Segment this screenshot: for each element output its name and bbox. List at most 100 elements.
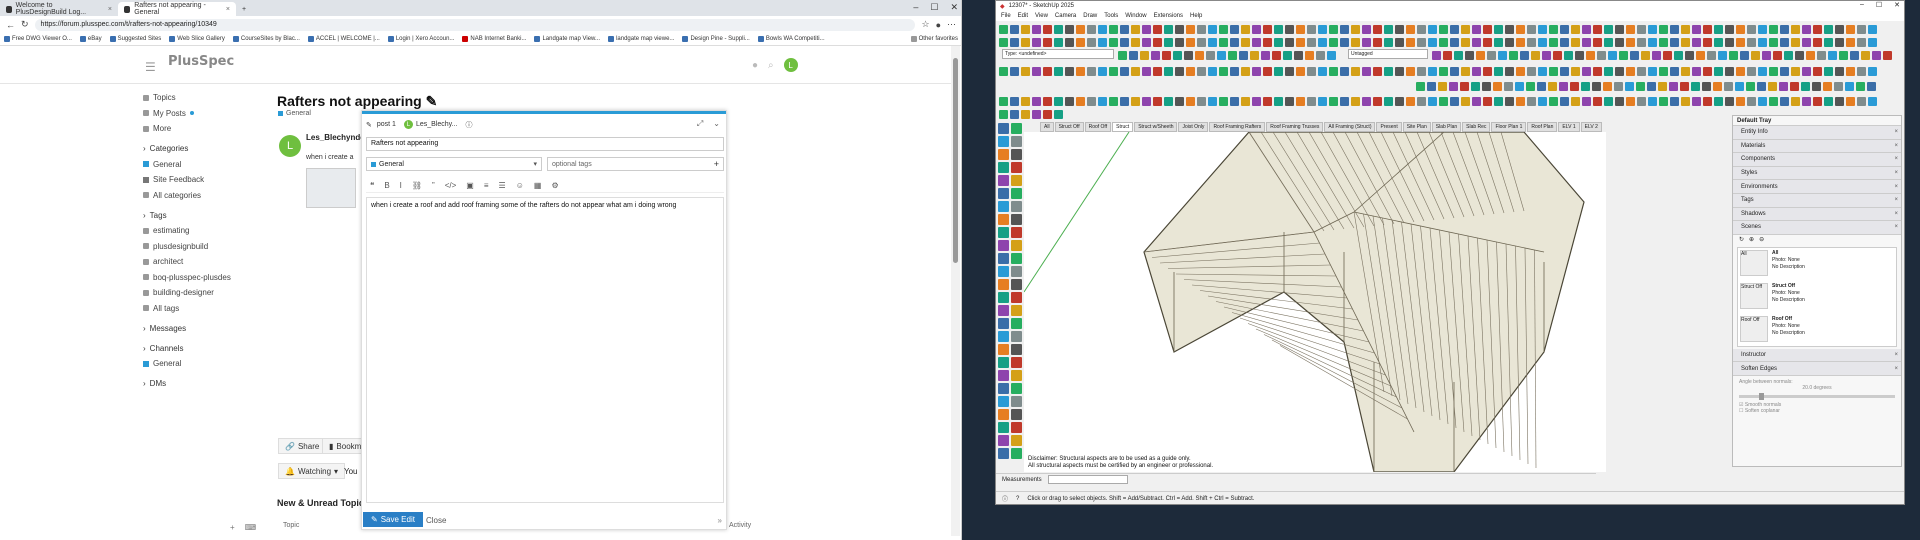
toolbar-tool-icon[interactable] [1703,37,1712,47]
toolbar-tool-icon[interactable] [1173,50,1182,60]
toolbar-tool-icon[interactable] [1450,24,1459,34]
toolbar-tool-icon[interactable] [1823,81,1832,91]
toolbar-tool-icon[interactable] [1780,96,1789,106]
toolbar-tool-icon[interactable] [1604,66,1613,76]
toolbar-tool-icon[interactable] [1641,50,1650,60]
toolbar-tool-icon[interactable] [1010,66,1019,76]
toolbar-tool-icon[interactable] [1318,37,1327,47]
toolbar-tool-icon[interactable] [1835,66,1844,76]
post-reference[interactable]: post 1 [377,121,396,128]
toolbar-tool-icon[interactable] [1450,66,1459,76]
toolbar-tool-icon[interactable] [1505,37,1514,47]
drawing-tool-icon[interactable] [998,240,1009,251]
drawing-tool-icon[interactable] [998,227,1009,238]
minimize-icon[interactable]: – [1860,1,1864,9]
close-tab-icon[interactable]: × [226,6,230,13]
toolbar-tool-icon[interactable] [1560,66,1569,76]
toolbar-tool-icon[interactable] [1307,37,1316,47]
toolbar-tool-icon[interactable] [1043,37,1052,47]
scene-tab[interactable]: Joist Only [1178,122,1209,132]
toolbar-tool-icon[interactable] [1164,37,1173,47]
toolbar-tool-icon[interactable] [1548,81,1557,91]
toolbar-tool-icon[interactable] [1703,96,1712,106]
bookmark-item[interactable]: landgate map viewe... [608,36,674,42]
toolbar-tool-icon[interactable] [1505,96,1514,106]
toolbar-tool-icon[interactable] [1714,66,1723,76]
toolbar-tool-icon[interactable] [1384,24,1393,34]
toolbar-tool-icon[interactable] [1417,37,1426,47]
drawing-tool-icon[interactable] [998,305,1009,316]
sidebar-item-my-posts[interactable]: My Posts [143,106,263,122]
toolbar-tool-icon[interactable] [1593,24,1602,34]
toolbar-tool-icon[interactable] [1010,24,1019,34]
toolbar-tool-icon[interactable] [1285,66,1294,76]
toolbar-tool-icon[interactable] [1637,96,1646,106]
toolbar-tool-icon[interactable] [1747,66,1756,76]
drawing-tool-icon[interactable] [1011,331,1022,342]
toolbar-tool-icon[interactable] [1703,66,1712,76]
toolbar-tool-icon[interactable] [1443,50,1452,60]
toolbar-tool-icon[interactable] [1373,37,1382,47]
drawing-tool-icon[interactable] [1011,292,1022,303]
toolbar-tool-icon[interactable] [1285,37,1294,47]
toolbar-tool-icon[interactable] [1493,81,1502,91]
toolbar-tool-icon[interactable] [1153,96,1162,106]
drawing-tool-icon[interactable] [998,201,1009,212]
toolbar-tool-icon[interactable] [1120,66,1129,76]
menu-help[interactable]: Help [1190,13,1202,19]
menu-file[interactable]: File [1001,13,1011,19]
browser-tab-welcome[interactable]: Welcome to PlusDesignBuild Log... × [0,2,118,16]
toolbar-tool-icon[interactable] [1329,66,1338,76]
toolbar-tool-icon[interactable] [1186,37,1195,47]
close-icon[interactable]: ✕ [950,2,958,13]
toolbar-tool-icon[interactable] [1669,81,1678,91]
toolbar-tool-icon[interactable] [1208,66,1217,76]
toolbar-tool-icon[interactable] [1362,96,1371,106]
type-select[interactable]: Type: <undefined> [1002,49,1114,59]
toolbar-tool-icon[interactable] [1681,24,1690,34]
toolbar-tool-icon[interactable] [1527,37,1536,47]
toolbar-tool-icon[interactable] [1549,66,1558,76]
toolbar-tool-icon[interactable] [1791,66,1800,76]
toolbar-tool-icon[interactable] [1208,24,1217,34]
toolbar-tool-icon[interactable] [1725,66,1734,76]
toolbar-tool-icon[interactable] [1736,66,1745,76]
toolbar-tool-icon[interactable] [1272,50,1281,60]
toolbar-tool-icon[interactable] [1450,37,1459,47]
toolbar-tool-icon[interactable] [1461,66,1470,76]
toolbar-tool-icon[interactable] [1296,24,1305,34]
toolbar-tool-icon[interactable] [1868,66,1877,76]
toolbar-tool-icon[interactable] [1802,66,1811,76]
toolbar-tool-icon[interactable] [1685,50,1694,60]
toolbar-tool-icon[interactable] [1472,37,1481,47]
drawing-tool-icon[interactable] [998,292,1009,303]
scene-item[interactable]: Struct Off Struct Off Photo: None No Descr… [1738,281,1896,314]
search-icon[interactable]: ⌕ [768,60,774,71]
toolbar-tool-icon[interactable] [1549,24,1558,34]
toolbar-tool-icon[interactable] [1164,66,1173,76]
toolbar-tool-icon[interactable] [1482,81,1491,91]
toolbar-tool-icon[interactable] [1329,37,1338,47]
toolbar-tool-icon[interactable] [1626,24,1635,34]
toolbar-tool-icon[interactable] [1516,96,1525,106]
menu-draw[interactable]: Draw [1083,13,1097,19]
toolbar-tool-icon[interactable] [1769,66,1778,76]
toolbar-tool-icon[interactable] [1494,96,1503,106]
menu-tools[interactable]: Tools [1104,13,1118,19]
drawing-tool-icon[interactable] [998,253,1009,264]
toolbar-tool-icon[interactable] [1769,24,1778,34]
toolbar-tool-icon[interactable] [1791,37,1800,47]
toolbar-tool-icon[interactable] [1065,37,1074,47]
drawing-tool-icon[interactable] [998,188,1009,199]
toolbar-tool-icon[interactable] [1318,24,1327,34]
scene-tab[interactable]: ELV 2 [1580,122,1602,132]
sidebar-item-general[interactable]: General [143,157,263,173]
toolbar-tool-icon[interactable] [1131,96,1140,106]
sidebar-section-categories[interactable]: › Categories [143,141,263,157]
toolbar-tool-icon[interactable] [1197,96,1206,106]
toolbar-tool-icon[interactable] [1615,24,1624,34]
sidebar-section-dms[interactable]: › DMs [143,376,263,392]
toolbar-tool-icon[interactable] [1846,66,1855,76]
toolbar-tool-icon[interactable] [1647,81,1656,91]
toolbar-tool-icon[interactable] [1395,24,1404,34]
